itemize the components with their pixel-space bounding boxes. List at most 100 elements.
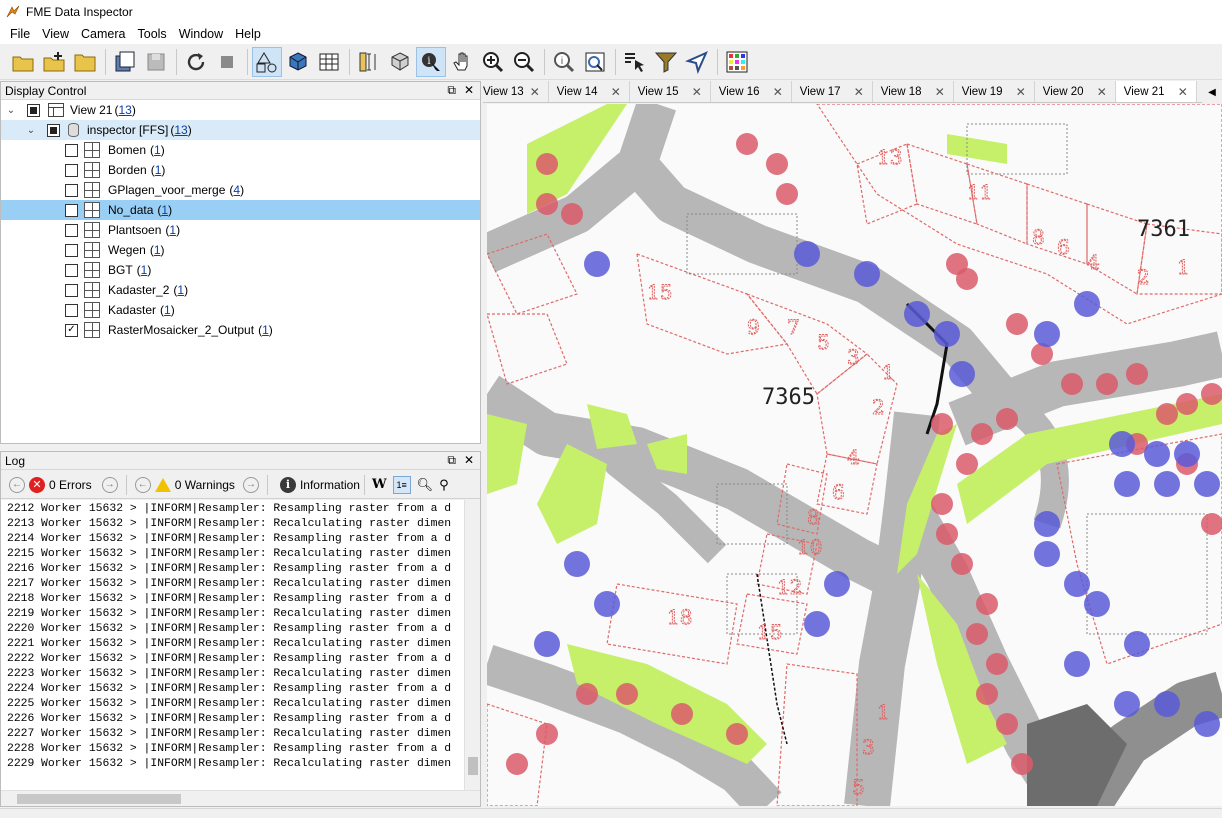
layer-row[interactable]: Kadaster( 1 )	[1, 300, 480, 320]
collapse-arrow-icon[interactable]: ⌄	[5, 105, 17, 116]
menu-window[interactable]: Window	[173, 27, 229, 41]
close-tab-icon[interactable]: ✕	[1178, 85, 1188, 99]
scrollbar-thumb[interactable]	[17, 794, 181, 804]
previous-warning-button[interactable]: ←	[134, 476, 151, 493]
2d-view-button[interactable]	[252, 46, 282, 77]
tree-row-view[interactable]: ⌄ View 21 (13)	[1, 100, 480, 120]
layer-row[interactable]: Wegen( 1 )	[1, 240, 480, 260]
log-horizontal-scrollbar[interactable]	[1, 790, 480, 806]
layer-row[interactable]: ✓ RasterMosaicker_2_Output( 1 )	[1, 320, 480, 340]
tab-view-15[interactable]: View 15 ✕	[629, 81, 711, 102]
layer-checkbox[interactable]	[65, 143, 78, 157]
layer-row[interactable]: Kadaster_2( 1 )	[1, 280, 480, 300]
layer-count-link[interactable]: 1	[177, 283, 184, 297]
undock-icon[interactable]: ⧉	[447, 453, 456, 468]
pan-button[interactable]	[447, 47, 477, 77]
layer-count-link[interactable]: 1	[164, 303, 171, 317]
zoom-out-button[interactable]	[509, 47, 539, 77]
undock-icon[interactable]: ⧉	[447, 83, 456, 98]
extrude-button[interactable]	[385, 47, 415, 77]
query-button[interactable]: i	[549, 47, 579, 77]
menu-file[interactable]: File	[4, 27, 36, 41]
layer-checkbox[interactable]	[65, 303, 78, 317]
layer-row[interactable]: Bomen( 1 )	[1, 140, 480, 160]
dataset-count-link[interactable]: 13	[174, 123, 187, 137]
view-count-link[interactable]: 13	[118, 103, 131, 117]
close-tab-icon[interactable]: ✕	[1016, 85, 1026, 99]
collapse-arrow-icon[interactable]: ⌄	[25, 125, 37, 136]
log-vertical-scrollbar[interactable]	[464, 500, 480, 790]
layer-checkbox[interactable]: ✓	[65, 323, 78, 337]
layer-count-link[interactable]: 1	[155, 163, 162, 177]
select-button[interactable]	[620, 47, 650, 77]
scrollbar-thumb[interactable]	[468, 757, 478, 775]
close-tab-icon[interactable]: ✕	[773, 85, 783, 99]
word-wrap-icon[interactable]: W	[372, 477, 387, 492]
layer-count-link[interactable]: 1	[169, 223, 176, 237]
menu-tools[interactable]: Tools	[132, 27, 173, 41]
previous-error-button[interactable]: ←	[9, 476, 25, 493]
map-canvas[interactable]: 7361 7365 13 11 8 6 4 2 1 15 9 7 5 3 1 2 4 6 8 10 12 18 15 1 3 5	[487, 104, 1222, 806]
folder-button[interactable]	[70, 47, 100, 77]
add-dataset-button[interactable]	[39, 47, 69, 77]
tab-view-21[interactable]: View 21 ✕	[1115, 81, 1197, 102]
navigate-button[interactable]	[682, 47, 712, 77]
next-warning-button[interactable]: →	[242, 476, 259, 493]
next-error-button[interactable]: →	[101, 476, 118, 493]
tab-view-18[interactable]: View 18 ✕	[872, 81, 954, 102]
layer-count-link[interactable]: 4	[233, 183, 240, 197]
layer-row[interactable]: BGT( 1 )	[1, 260, 480, 280]
menu-camera[interactable]: Camera	[75, 27, 131, 41]
layer-row[interactable]: Plantsoen( 1 )	[1, 220, 480, 240]
layer-row[interactable]: GPlagen_voor_merge( 4 )	[1, 180, 480, 200]
refresh-button[interactable]	[181, 47, 211, 77]
layer-checkbox[interactable]	[65, 243, 78, 257]
tab-view-14[interactable]: View 14 ✕	[548, 81, 630, 102]
layer-count-link[interactable]: 1	[141, 263, 148, 277]
close-tab-icon[interactable]: ✕	[611, 85, 621, 99]
zoom-in-button[interactable]	[478, 47, 508, 77]
tab-view-16[interactable]: View 16 ✕	[710, 81, 792, 102]
tab-scroll-left-icon[interactable]: ◀	[1202, 81, 1222, 103]
tab-view-13[interactable]: View 13 ✕	[483, 81, 549, 102]
layer-checkbox[interactable]	[65, 163, 78, 177]
tab-view-17[interactable]: View 17 ✕	[791, 81, 873, 102]
layer-row[interactable]: No_data( 1 )	[1, 200, 480, 220]
tab-view-20[interactable]: View 20 ✕	[1034, 81, 1116, 102]
layer-count-link[interactable]: 1	[154, 243, 161, 257]
layer-count-link[interactable]: 1	[161, 203, 168, 217]
filter-button[interactable]	[651, 47, 681, 77]
menu-view[interactable]: View	[36, 27, 75, 41]
close-tab-icon[interactable]: ✕	[935, 85, 945, 99]
layer-count-link[interactable]: 1	[154, 143, 161, 157]
line-numbers-icon[interactable]: 1≡	[392, 475, 411, 494]
table-view-button[interactable]	[314, 47, 344, 77]
layer-checkbox[interactable]	[65, 283, 78, 297]
color-grid-button[interactable]	[722, 47, 752, 77]
close-tab-icon[interactable]: ✕	[1097, 85, 1107, 99]
3d-view-button[interactable]	[283, 47, 313, 77]
dataset-checkbox[interactable]	[47, 123, 60, 137]
information-filter[interactable]: Information	[300, 478, 360, 492]
tab-view-19[interactable]: View 19 ✕	[953, 81, 1035, 102]
layer-checkbox[interactable]	[65, 183, 78, 197]
close-tab-icon[interactable]: ✕	[530, 85, 540, 99]
layer-count-link[interactable]: 1	[262, 323, 269, 337]
stop-button[interactable]	[212, 47, 242, 77]
view-checkbox[interactable]	[27, 103, 40, 117]
save-button[interactable]	[110, 47, 140, 77]
save-as-button[interactable]	[141, 47, 171, 77]
close-icon[interactable]: ✕	[464, 453, 474, 468]
close-tab-icon[interactable]: ✕	[692, 85, 702, 99]
layer-checkbox[interactable]	[65, 263, 78, 277]
tree-row-dataset[interactable]: ⌄ inspector [FFS] (13)	[1, 120, 480, 140]
layer-row[interactable]: Borden( 1 )	[1, 160, 480, 180]
log-output[interactable]: 2212 Worker 15632 > |INFORM|Resampler: Re…	[1, 500, 464, 790]
warnings-filter[interactable]: 0 Warnings	[175, 478, 235, 492]
errors-filter[interactable]: 0 Errors	[49, 478, 92, 492]
filter-log-icon[interactable]: ⚲	[439, 477, 449, 493]
zoom-extents-button[interactable]	[580, 47, 610, 77]
measure-button[interactable]	[354, 47, 384, 77]
menu-help[interactable]: Help	[229, 27, 267, 41]
inspect-button[interactable]: i	[416, 46, 446, 77]
